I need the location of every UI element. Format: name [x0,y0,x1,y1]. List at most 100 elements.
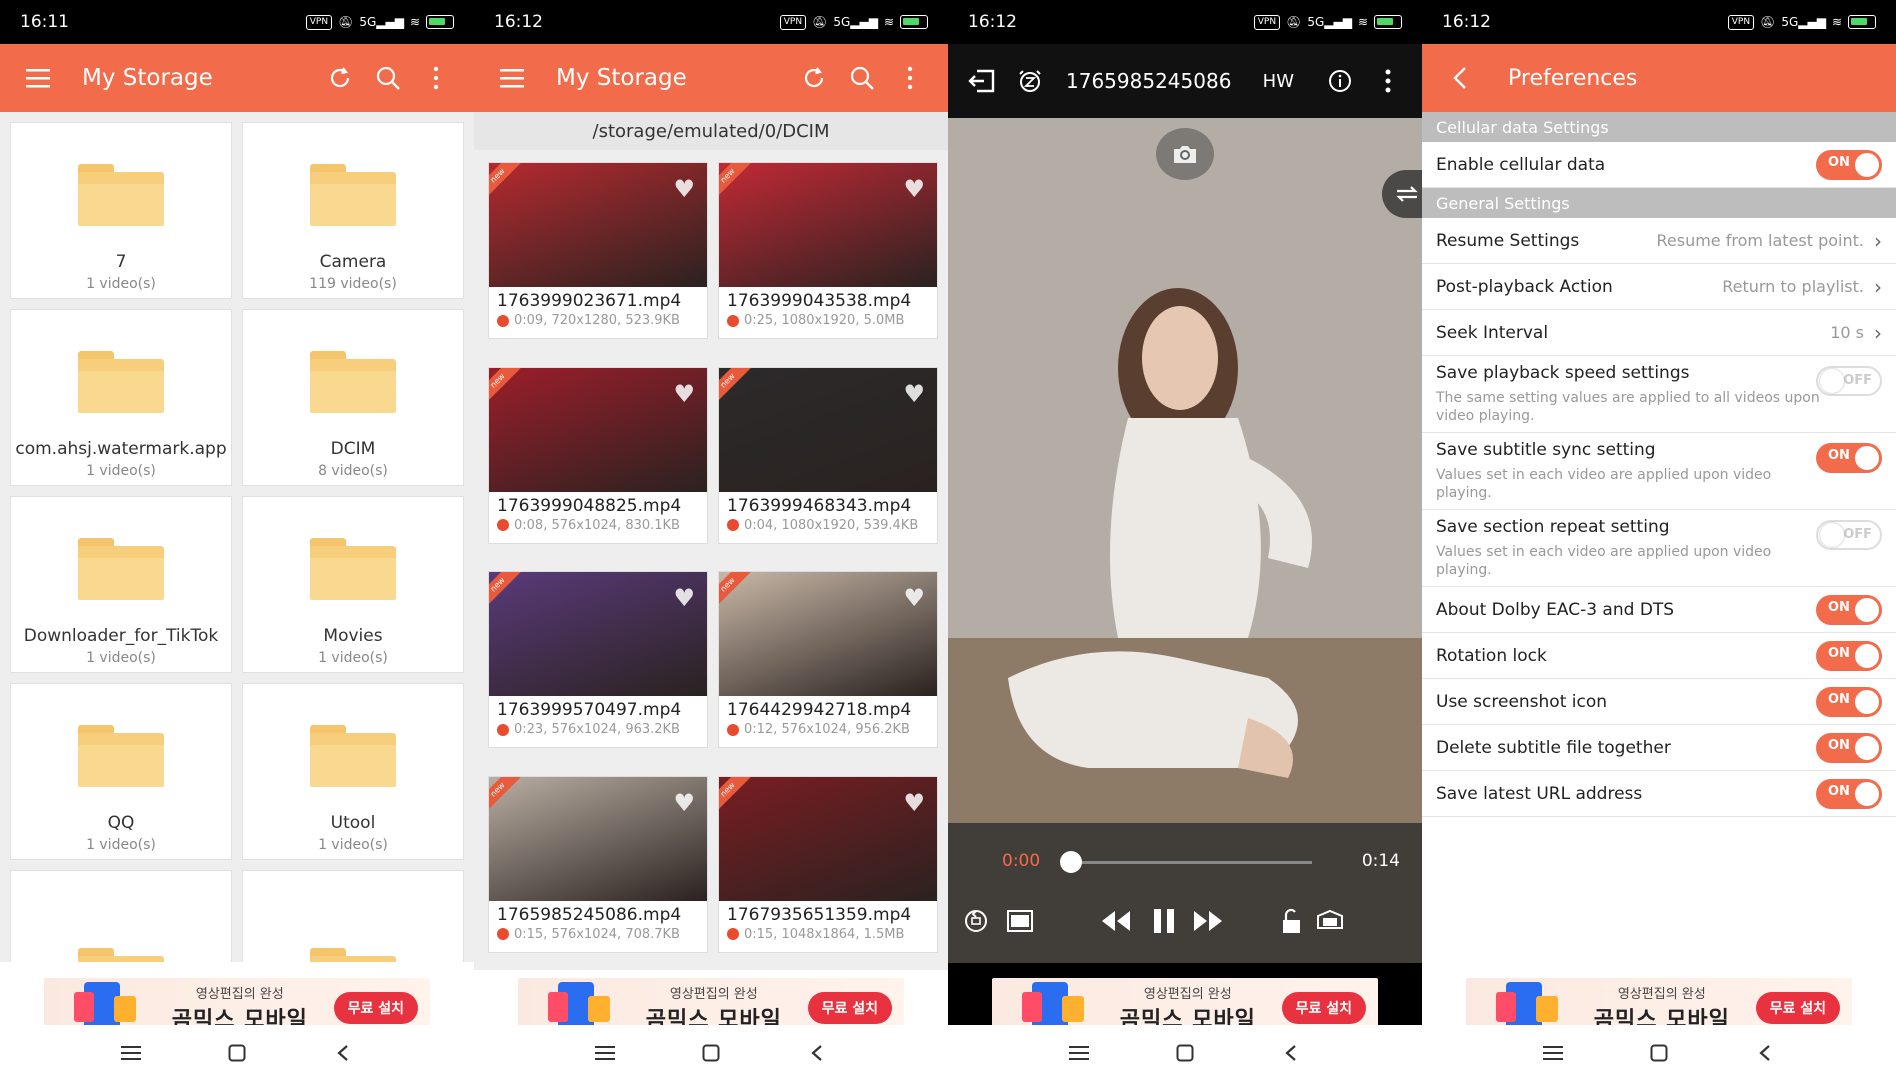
recent-apps-icon[interactable] [1059,1033,1099,1073]
recent-apps-icon[interactable] [111,1033,151,1073]
favorite-heart-icon[interactable]: ♥ [673,380,695,408]
home-icon[interactable] [1639,1033,1679,1073]
toggle-save-playback-speed[interactable]: OFF [1816,366,1882,396]
pref-save-url[interactable]: Save latest URL address ON [1422,771,1896,817]
folder-video-count: 1 video(s) [86,463,156,479]
favorite-heart-icon[interactable]: ♥ [673,175,695,203]
more-options-icon[interactable] [412,54,460,102]
ad-install-button[interactable]: 무료 설치 [1281,992,1366,1024]
favorite-heart-icon[interactable]: ♥ [903,789,925,817]
pause-icon[interactable] [1144,901,1184,941]
pref-resume-settings[interactable]: Resume Settings Resume from latest point… [1422,218,1896,264]
pref-save-section-repeat[interactable]: Save section repeat setting Values set i… [1422,510,1896,587]
screenshot-camera-button[interactable] [1156,128,1214,180]
video-item[interactable]: new ♥ 1763999468343.mp4 0:04, 1080x1920, 53… [718,366,938,544]
video-filename: 1763999570497.mp4 [497,700,682,720]
wifi-icon: ≋ [1831,15,1842,29]
back-icon[interactable] [1745,1033,1785,1073]
video-item[interactable]: new ♥ 1765985245086.mp4 0:15, 576x1024, 708… [488,775,708,953]
breadcrumb-path: /storage/emulated/0/DCIM [474,112,948,150]
folder-item[interactable]: 7 1 video(s) [10,122,232,299]
chevron-right-icon: › [1874,274,1882,299]
folder-item[interactable]: Movies 1 video(s) [242,496,464,673]
home-icon[interactable] [691,1033,731,1073]
pref-enable-cellular[interactable]: Enable cellular data ON [1422,142,1896,188]
folder-video-count: 1 video(s) [86,650,156,666]
new-badge: new [489,163,521,199]
folder-item[interactable]: com.ahsj.watermark.app 1 video(s) [10,309,232,486]
rotate-screen-icon[interactable] [956,901,996,941]
unlock-icon[interactable] [1270,901,1310,941]
favorite-heart-icon[interactable]: ♥ [903,175,925,203]
video-item[interactable]: new ♥ 1763999023671.mp4 0:09, 720x1280, 523… [488,162,708,339]
refresh-icon[interactable] [790,54,838,102]
toggle-save-subtitle-sync[interactable]: ON [1816,443,1882,473]
video-item[interactable]: new ♥ 1764429942718.mp4 0:12, 576x1024, 956… [718,571,938,748]
video-surface[interactable]: 0:00 0:14 [948,118,1422,963]
folder-item[interactable] [242,870,464,962]
folder-item[interactable]: QQ 1 video(s) [10,683,232,860]
chevron-right-icon: › [1874,320,1882,345]
menu-icon[interactable] [488,54,536,102]
back-icon[interactable] [323,1033,363,1073]
video-meta: 0:15, 576x1024, 708.7KB [514,926,680,942]
menu-icon[interactable] [14,54,62,102]
pref-dolby[interactable]: About Dolby EAC-3 and DTS ON [1422,587,1896,633]
pref-post-playback[interactable]: Post-playback Action Return to playlist.… [1422,264,1896,310]
pref-screenshot-icon[interactable]: Use screenshot icon ON [1422,679,1896,725]
video-item[interactable]: new ♥ 1763999048825.mp4 0:08, 576x1024, 830… [488,366,708,544]
folder-item[interactable] [10,870,232,962]
toggle-screenshot-icon[interactable]: ON [1816,686,1882,717]
recent-apps-icon[interactable] [1533,1033,1573,1073]
seek-handle[interactable] [1060,851,1082,873]
exit-icon[interactable] [958,57,1006,105]
aspect-ratio-icon[interactable] [1000,901,1040,941]
folder-item[interactable]: Downloader_for_TikTok 1 video(s) [10,496,232,673]
favorite-heart-icon[interactable]: ♥ [673,789,695,817]
pref-seek-interval[interactable]: Seek Interval 10 s › [1422,310,1896,356]
favorite-heart-icon[interactable]: ♥ [903,584,925,612]
sleep-timer-icon[interactable] [1006,57,1054,105]
folder-item[interactable]: Utool 1 video(s) [242,683,464,860]
refresh-icon[interactable] [316,54,364,102]
fast-forward-icon[interactable] [1188,901,1228,941]
video-item[interactable]: new ♥ 1763999043538.mp4 0:25, 1080x1920, 5.… [718,162,938,339]
pref-save-subtitle-sync[interactable]: Save subtitle sync setting Values set in… [1422,433,1896,510]
ad-install-button[interactable]: 무료 설치 [1755,992,1840,1024]
toggle-save-url[interactable]: ON [1816,778,1882,809]
hw-decoder-toggle[interactable]: HW [1263,71,1294,92]
ad-install-button[interactable]: 무료 설치 [807,992,892,1024]
home-icon[interactable] [1165,1033,1205,1073]
folder-item[interactable]: DCIM 8 video(s) [242,309,464,486]
seek-track[interactable] [1068,861,1312,864]
ab-repeat-icon[interactable] [1382,170,1422,218]
video-item[interactable]: new ♥ 1763999570497.mp4 0:23, 576x1024, 963… [488,571,708,748]
folder-item[interactable]: Camera 119 video(s) [242,122,464,299]
back-arrow-icon[interactable] [1436,54,1484,102]
video-item[interactable]: new ♥ 1767935651359.mp4 0:15, 1048x1864, 1.… [718,775,938,953]
home-icon[interactable] [217,1033,257,1073]
more-options-icon[interactable] [886,54,934,102]
back-icon[interactable] [1271,1033,1311,1073]
search-icon[interactable] [364,54,412,102]
info-icon[interactable] [1316,57,1364,105]
popup-player-icon[interactable] [1310,901,1350,941]
toggle-delete-subtitle[interactable]: ON [1816,732,1882,763]
toggle-enable-cellular[interactable]: ON [1816,149,1882,180]
pref-save-playback-speed[interactable]: Save playback speed settings The same se… [1422,356,1896,433]
favorite-heart-icon[interactable]: ♥ [903,380,925,408]
pref-delete-subtitle[interactable]: Delete subtitle file together ON [1422,725,1896,771]
ad-install-button[interactable]: 무료 설치 [333,992,418,1024]
search-icon[interactable] [838,54,886,102]
toggle-dolby[interactable]: ON [1816,594,1882,625]
back-icon[interactable] [797,1033,837,1073]
recent-apps-icon[interactable] [585,1033,625,1073]
toggle-save-section-repeat[interactable]: OFF [1816,520,1882,550]
seek-bar[interactable]: 0:00 0:14 [948,847,1422,877]
rewind-icon[interactable] [1096,901,1136,941]
favorite-heart-icon[interactable]: ♥ [673,584,695,612]
pref-rotation-lock[interactable]: Rotation lock ON [1422,633,1896,679]
new-badge: new [719,367,751,404]
toggle-rotation-lock[interactable]: ON [1816,640,1882,671]
more-options-icon[interactable] [1364,57,1412,105]
